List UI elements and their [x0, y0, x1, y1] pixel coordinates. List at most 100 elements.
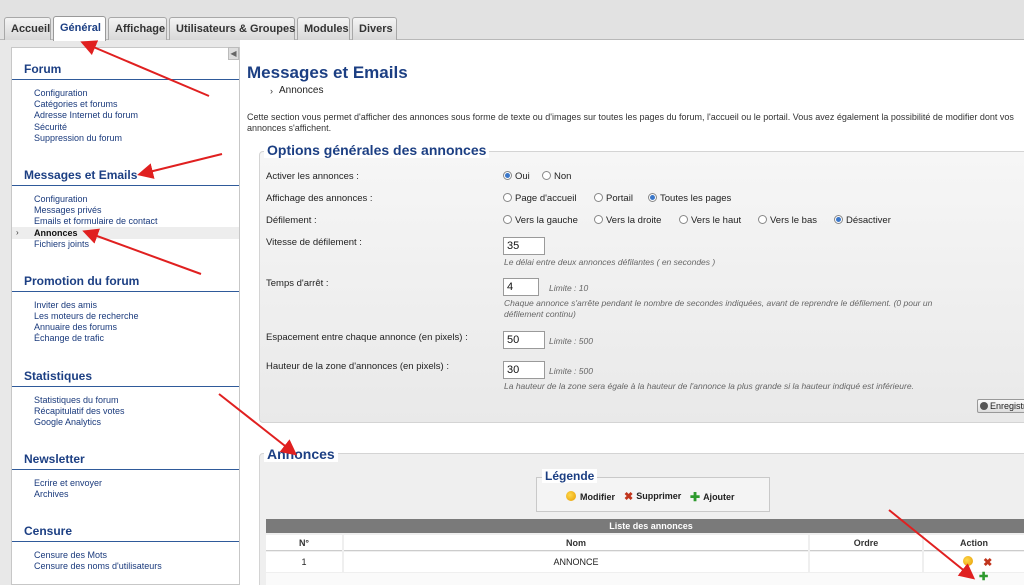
breadcrumb: Annonces: [279, 85, 324, 96]
column-action: Action: [924, 535, 1024, 551]
arret-limit: Limite : 10: [549, 283, 589, 293]
defilement-bas-radio[interactable]: Vers le bas: [758, 215, 817, 226]
check-icon: [980, 402, 988, 410]
add-icon: ✚: [690, 490, 701, 504]
sidebar-section-promotion: Promotion du forum: [24, 274, 140, 288]
sidebar-item-archives[interactable]: Archives: [34, 489, 69, 499]
sidebar-item-adresse-internet[interactable]: Adresse Internet du forum: [34, 110, 138, 120]
legende-title: Légende: [542, 469, 598, 483]
section-divider: [12, 541, 239, 542]
radio-unchecked-icon: [542, 171, 551, 180]
legende-delete-label: Supprimer: [636, 491, 682, 501]
sidebar-item-annuaire-forums[interactable]: Annuaire des forums: [34, 322, 117, 332]
sidebar-item-suppression[interactable]: Suppression du forum: [34, 133, 122, 143]
section-description: Cette section vous permet d'afficher des…: [247, 112, 1014, 133]
hauteur-input[interactable]: [503, 361, 545, 379]
sidebar-item-recapitulatif-votes[interactable]: Récapitulatif des votes: [34, 406, 125, 416]
section-divider: [12, 291, 239, 292]
breadcrumb-arrow-icon: ›: [270, 86, 273, 96]
tab-modules[interactable]: Modules: [297, 17, 350, 40]
defilement-desactiver-radio[interactable]: Désactiver: [834, 215, 891, 226]
radio-unchecked-icon: [758, 215, 767, 224]
sidebar-item-categories-forums[interactable]: Catégories et forums: [34, 99, 118, 109]
affichage-toutes-radio[interactable]: Toutes les pages: [648, 193, 731, 204]
sidebar-item-securite[interactable]: Sécurité: [34, 122, 67, 132]
sidebar-item-fichiers-joints[interactable]: Fichiers joints: [34, 239, 89, 249]
defilement-desactiver-label: Désactiver: [846, 215, 891, 226]
collapse-sidebar-icon[interactable]: ◀: [228, 47, 239, 60]
vitesse-hint: Le délai entre deux annonces défilantes …: [504, 257, 716, 267]
row-number: 1: [266, 552, 342, 572]
radio-unchecked-icon: [594, 193, 603, 202]
defilement-gauche-label: Vers la gauche: [515, 215, 578, 226]
tab-accueil[interactable]: Accueil: [4, 17, 51, 40]
list-header: Liste des annonces: [266, 519, 1024, 533]
vitesse-input[interactable]: [503, 237, 545, 255]
defilement-droite-label: Vers la droite: [606, 215, 662, 226]
sidebar-item-emails-contact[interactable]: Emails et formulaire de contact: [34, 216, 158, 226]
sidebar-item-echange-trafic[interactable]: Échange de trafic: [34, 333, 104, 343]
annonces-legend: Annonces: [264, 446, 338, 462]
add-icon[interactable]: ✚: [979, 570, 988, 583]
defilement-haut-radio[interactable]: Vers le haut: [679, 215, 741, 226]
tab-affichage[interactable]: Affichage: [108, 17, 167, 40]
affichage-accueil-radio[interactable]: Page d'accueil: [503, 193, 577, 204]
section-divider: [12, 386, 239, 387]
radio-unchecked-icon: [594, 215, 603, 224]
row-name: ANNONCE: [344, 552, 808, 572]
hauteur-label: Hauteur de la zone d'annonces (en pixels…: [266, 361, 449, 372]
tab-general[interactable]: Général: [53, 16, 106, 41]
legende-delete: ✖ Supprimer: [624, 490, 681, 503]
sidebar-item-ecrire-envoyer[interactable]: Ecrire et envoyer: [34, 478, 102, 488]
section-divider: [12, 79, 239, 80]
save-button[interactable]: Enregistrer: [977, 399, 1024, 413]
defilement-haut-label: Vers le haut: [691, 215, 742, 226]
section-divider: [12, 469, 239, 470]
tab-utilisateurs-groupes[interactable]: Utilisateurs & Groupes: [169, 17, 295, 40]
sidebar-item-inviter-amis[interactable]: Inviter des amis: [34, 300, 97, 310]
row-actions: ✖: [924, 552, 1024, 572]
activer-oui-radio[interactable]: Oui: [503, 171, 530, 182]
sidebar-section-forum: Forum: [24, 62, 62, 76]
activer-oui-label: Oui: [515, 171, 530, 182]
radio-checked-icon: [834, 215, 843, 224]
radio-unchecked-icon: [503, 215, 512, 224]
sidebar-section-statistiques: Statistiques: [24, 369, 93, 383]
radio-unchecked-icon: [679, 215, 688, 224]
edit-icon[interactable]: [962, 556, 973, 566]
sidebar-item-annonces[interactable]: Annonces: [34, 228, 78, 238]
affichage-portail-label: Portail: [606, 193, 633, 204]
sidebar-item-statistiques-forum[interactable]: Statistiques du forum: [34, 395, 119, 405]
save-label: Enregistrer: [990, 401, 1024, 411]
sidebar-item-moteurs-recherche[interactable]: Les moteurs de recherche: [34, 311, 139, 321]
column-order: Ordre: [810, 535, 922, 551]
activer-non-radio[interactable]: Non: [542, 171, 571, 182]
affichage-label: Affichage des annonces :: [266, 193, 373, 204]
sidebar-item-forum-configuration[interactable]: Configuration: [34, 88, 88, 98]
legende-edit: Modifier: [566, 491, 615, 502]
section-divider: [12, 185, 239, 186]
sidebar-item-google-analytics[interactable]: Google Analytics: [34, 417, 101, 427]
arret-hint: Chaque annonce s'arrête pendant le nombr…: [504, 298, 933, 308]
edit-icon: [566, 491, 576, 501]
arret-input[interactable]: [503, 278, 539, 296]
hauteur-hint: La hauteur de la zone sera égale à la ha…: [504, 381, 914, 391]
sidebar-section-messages-emails: Messages et Emails: [24, 168, 138, 182]
sidebar: Forum Configuration Catégories et forums…: [11, 47, 240, 585]
sidebar-item-censure-noms[interactable]: Censure des noms d'utilisateurs: [34, 561, 162, 571]
radio-unchecked-icon: [503, 193, 512, 202]
sidebar-item-messages-prives[interactable]: Messages privés: [34, 205, 102, 215]
legende-edit-label: Modifier: [580, 492, 615, 502]
tab-divers[interactable]: Divers: [352, 17, 397, 40]
activer-label: Activer les annonces :: [266, 171, 359, 182]
sidebar-item-censure-mots[interactable]: Censure des Mots: [34, 550, 107, 560]
sidebar-item-messages-configuration[interactable]: Configuration: [34, 194, 88, 204]
affichage-portail-radio[interactable]: Portail: [594, 193, 633, 204]
espacement-input[interactable]: [503, 331, 545, 349]
defilement-label: Défilement :: [266, 215, 317, 226]
defilement-gauche-radio[interactable]: Vers la gauche: [503, 215, 578, 226]
defilement-droite-radio[interactable]: Vers la droite: [594, 215, 661, 226]
radio-checked-icon: [503, 171, 512, 180]
legende-add: ✚ Ajouter: [690, 490, 735, 504]
sidebar-section-newsletter: Newsletter: [24, 452, 85, 466]
